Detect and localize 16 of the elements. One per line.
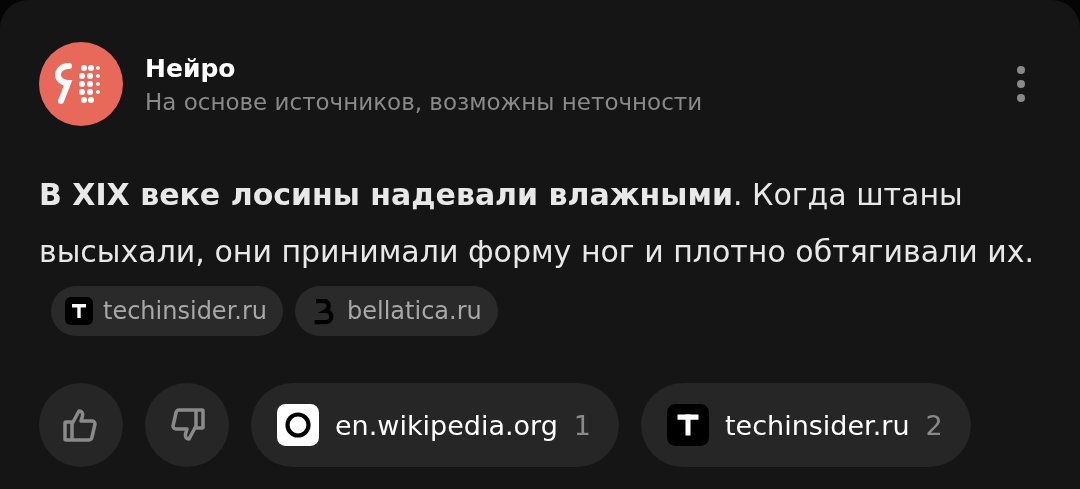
site-logo-icon (65, 296, 93, 325)
source-domain: en.wikipedia.org (335, 409, 558, 441)
source-chip[interactable]: bellatica.ru (295, 285, 498, 336)
source-chip[interactable]: techinsider.ru (51, 285, 283, 336)
source-domain: techinsider.ru (725, 409, 910, 441)
source-count: 2 (925, 409, 943, 441)
disclaimer-text: На основе источников, возможны неточности (145, 88, 704, 115)
source-count: 1 (573, 409, 592, 441)
site-logo-icon (667, 404, 710, 446)
answer-text: В XIX веке лосины надевали влажными. Когда штаны высыхали, они принимали форму ног и плотно обтягивали их. (39, 177, 1034, 269)
source-card[interactable]: en.wikipedia.org 1 (251, 383, 620, 467)
assistant-name: Нейро (145, 53, 237, 83)
source-card[interactable]: techinsider.ru 2 (641, 383, 971, 467)
more-menu-icon[interactable] (1015, 65, 1027, 103)
site-logo-icon (277, 404, 319, 446)
logo-icon (39, 42, 123, 126)
